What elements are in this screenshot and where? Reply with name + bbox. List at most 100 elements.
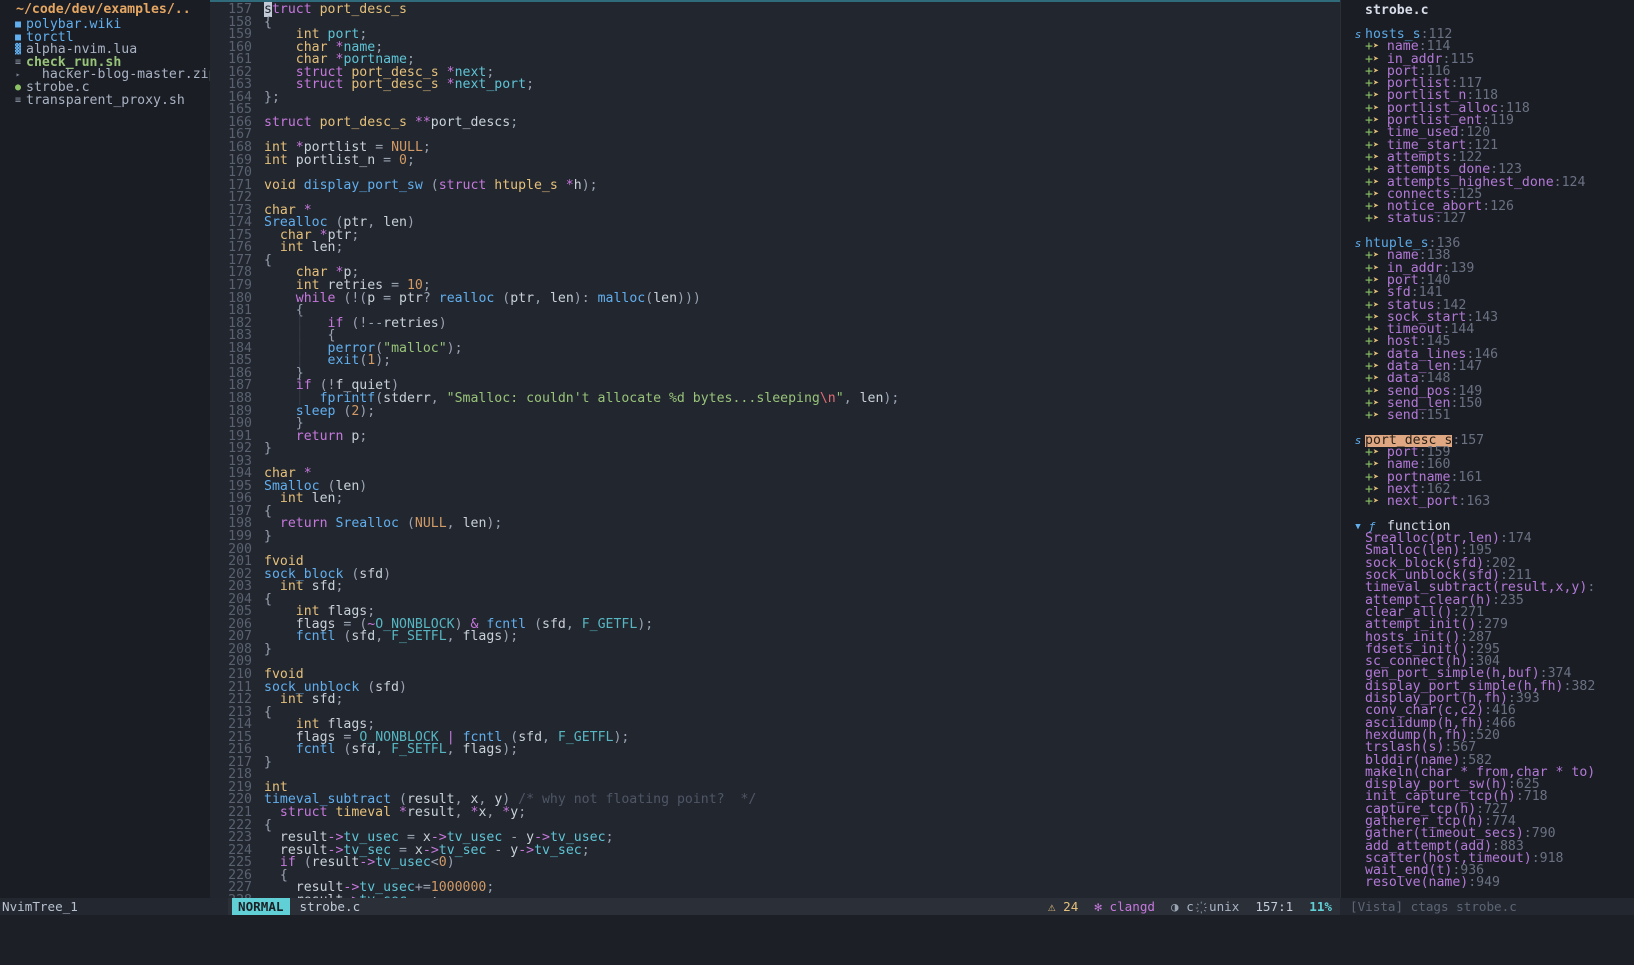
code-line[interactable]: 225 if (result->tv_usec<0) — [210, 855, 1340, 871]
vista-member-row[interactable]: + ➤ next_port:163 — [1341, 494, 1634, 510]
code-line[interactable]: 211 sock_unblock (sfd) — [210, 680, 1340, 695]
diagnostics-segment[interactable]: ⚠ 24 — [1040, 898, 1086, 915]
filetype-icon: ◑ — [1171, 899, 1179, 914]
code-line[interactable]: 158{ — [210, 15, 1340, 30]
statusline: NvimTree_1 NORMAL strobe.c ⚠ 24 ✻ clangd… — [0, 898, 1634, 915]
code-line[interactable]: 177{ — [210, 254, 1340, 268]
code-token: = — [383, 152, 392, 168]
code-line[interactable]: 202 sock_block (sfd) — [210, 568, 1340, 582]
code-line[interactable]: 228 result->tv_sec --; — [210, 894, 1340, 898]
code-token: ) — [406, 215, 415, 231]
code-line[interactable]: 196 int len; — [210, 492, 1340, 506]
lsp-segment[interactable]: ✻ clangd — [1086, 898, 1163, 915]
code-line[interactable]: 217} — [210, 756, 1340, 770]
vista-function-line: :235 — [1492, 592, 1524, 608]
code-token: len — [549, 290, 574, 306]
code-token: fcntl — [295, 629, 336, 645]
code-line[interactable]: 208} — [210, 641, 1340, 657]
code-token: ); — [883, 390, 900, 406]
code-token: tv_usec — [375, 855, 431, 871]
code-line[interactable]: 191 return p; — [210, 429, 1340, 444]
code-buffer[interactable]: 157 struct port_desc_s 158{159 int port; 16… — [210, 2, 1340, 898]
folder-icon: ■ — [14, 31, 22, 43]
code-editor[interactable]: 157 struct port_desc_s 158{159 int port; 16… — [210, 0, 1340, 898]
code-line[interactable]: 209 — [210, 656, 1340, 669]
code-line[interactable]: 169 int portlist_n = 0; — [210, 152, 1340, 168]
code-line[interactable]: 192} — [210, 442, 1340, 456]
code-token: = — [383, 290, 392, 306]
code-line[interactable]: 171 void display_port_sw (struct htuple_s… — [210, 177, 1340, 193]
code-line[interactable]: 203 int sfd; — [210, 579, 1340, 595]
statusline-vista-status: [Vista] ctags strobe.c — [1340, 898, 1634, 915]
code-line[interactable]: 204{ — [210, 593, 1340, 607]
code-line[interactable]: 195 Smalloc (len) — [210, 480, 1340, 494]
vista-member-line: :147 — [1450, 359, 1483, 375]
vista-function-line: :718 — [1515, 789, 1548, 805]
file-tree-panel[interactable]: ~/code/dev/examples/.. ■ polybar.wiki ■ tor… — [0, 0, 210, 898]
code-token: flags — [462, 629, 503, 645]
tree-item[interactable]: ≡ transparent_proxy.sh — [0, 94, 210, 108]
code-line[interactable]: 199} — [210, 530, 1340, 544]
c-file-icon: ● — [14, 81, 22, 93]
code-token: ); — [581, 177, 598, 193]
code-line[interactable]: 216 fcntl (sfd, F_SETFL, flags); — [210, 743, 1340, 757]
code-token: ptr — [399, 290, 423, 306]
code-token: stderr — [383, 390, 431, 406]
code-line[interactable]: 180 while (!(p = ptr? realloc (ptr, len)… — [210, 290, 1340, 306]
code-token: realloc — [438, 290, 495, 306]
code-line[interactable]: 221 struct timeval *result, *x, *y; — [210, 805, 1340, 820]
code-token: len — [311, 240, 336, 256]
code-line[interactable]: 190 } — [210, 417, 1340, 431]
code-token: sfd — [351, 629, 376, 645]
code-line[interactable]: 200 — [210, 543, 1340, 557]
code-token: } — [264, 641, 272, 657]
code-line[interactable]: 172 — [210, 191, 1340, 205]
vista-function-row[interactable]: resolve(name):949 — [1341, 876, 1634, 890]
code-line[interactable]: 182 │ if (!--retries) — [210, 317, 1340, 331]
code-line[interactable]: 175 char *ptr; — [210, 229, 1340, 243]
vista-member-line: :163 — [1458, 494, 1491, 510]
vista-member-row[interactable]: + ➤ status:127 — [1341, 211, 1634, 227]
code-line[interactable]: 157 struct port_desc_s — [210, 2, 1340, 17]
file-tree-list[interactable]: ■ polybar.wiki ■ torctl ▓ alpha-nvim.lua ≡ chec… — [0, 18, 210, 108]
code-line[interactable]: 174 Srealloc (ptr, len) — [210, 215, 1340, 231]
vista-member-name: status — [1378, 211, 1435, 227]
code-token: ; — [335, 240, 344, 256]
vista-title: strobe.c — [1365, 3, 1429, 18]
vista-member-name: next_port — [1378, 494, 1459, 510]
vista-symbol-list[interactable]: s hosts_s:112 + ➤ name:114 + ➤ in_addr:115 + ➤ … — [1341, 28, 1634, 890]
code-line[interactable]: 212 int sfd; — [210, 692, 1340, 708]
code-token: , — [430, 390, 447, 406]
code-token: struct — [279, 805, 328, 820]
code-line[interactable]: 198 return Srealloc (NULL, len); — [210, 516, 1340, 532]
code-line[interactable]: 218 — [210, 768, 1340, 782]
code-line[interactable]: 189 sleep (2); — [210, 404, 1340, 419]
code-line[interactable]: 185 │ exit(1); — [210, 353, 1340, 369]
code-line[interactable]: 163 struct port_desc_s *next_port; — [210, 78, 1340, 92]
code-line[interactable]: 213{ — [210, 706, 1340, 720]
code-token: h — [573, 177, 582, 193]
code-line[interactable]: 207 fcntl (sfd, F_SETFL, flags); — [210, 629, 1340, 645]
vista-member-row[interactable]: + ➤ send:151 — [1341, 409, 1634, 423]
code-token: ; — [335, 579, 344, 595]
code-line[interactable]: 176 int len; — [210, 240, 1340, 256]
code-token: < — [430, 855, 439, 871]
code-token: exit — [327, 353, 360, 369]
code-token: ; — [581, 842, 590, 858]
code-line[interactable]: 166 struct port_desc_s **port_descs; — [210, 115, 1340, 130]
vista-symbols-panel[interactable]: strobe.c s hosts_s:112 + ➤ name:114 + ➤ in_ad… — [1340, 0, 1634, 898]
vista-function-line: :382 — [1563, 678, 1596, 694]
code-line[interactable]: 164}; — [210, 91, 1340, 105]
code-token: sfd — [311, 692, 336, 708]
code-line[interactable]: 188 │ fprintf(stderr, "Smalloc: couldn't… — [210, 390, 1340, 406]
code-line[interactable]: 193 — [210, 455, 1340, 469]
code-token: len — [462, 516, 487, 532]
code-line[interactable]: 194 char * — [210, 467, 1340, 481]
